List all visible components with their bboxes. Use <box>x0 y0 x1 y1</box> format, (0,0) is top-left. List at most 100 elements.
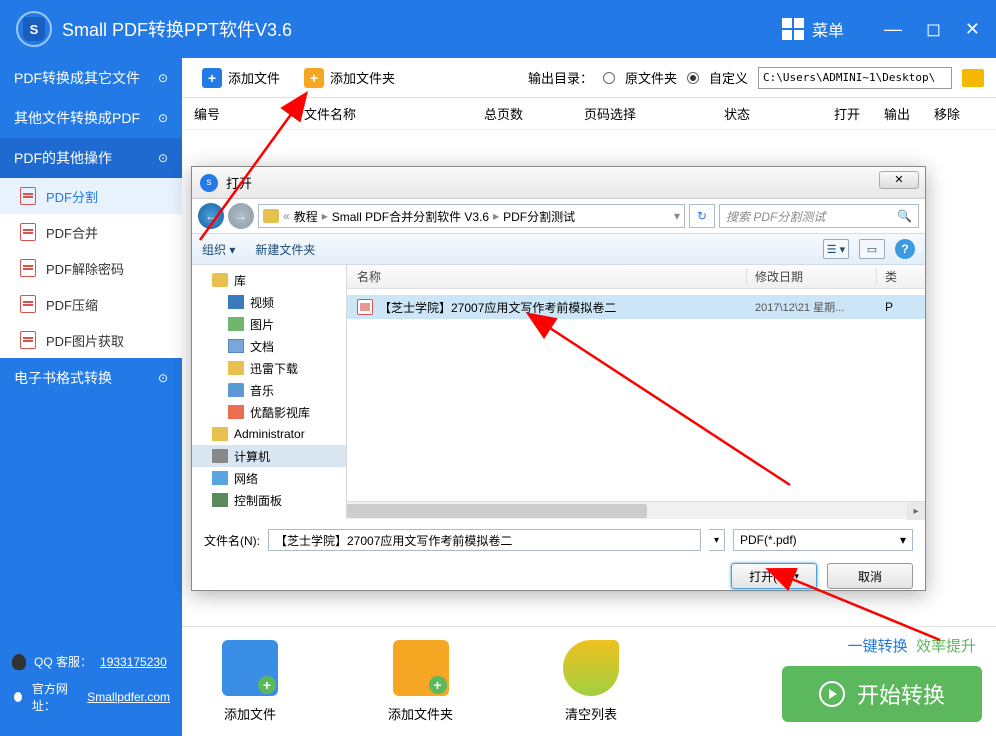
music-icon <box>228 383 244 397</box>
network-icon <box>212 471 228 485</box>
maximize-button[interactable]: ◻ <box>926 19 941 40</box>
sidebar: PDF转换成其它文件⊙ 其他文件转换成PDF⊙ PDF的其他操作⊙ PDF分割 … <box>0 58 182 736</box>
start-convert-button[interactable]: 开始转换 <box>782 666 982 722</box>
website-link[interactable]: Smallpdfer.com <box>87 690 170 704</box>
tree-documents[interactable]: 文档 <box>192 335 346 357</box>
big-clear-button[interactable]: 清空列表 <box>563 640 619 723</box>
chevron-right-icon: ⊙ <box>158 71 168 85</box>
filename-input[interactable] <box>268 529 701 551</box>
qq-link[interactable]: 1933175230 <box>100 655 167 669</box>
tree-music[interactable]: 音乐 <box>192 379 346 401</box>
sidebar-footer: QQ 客服：1933175230 官方网址：Smallpdfer.com <box>0 641 182 736</box>
grid-icon <box>782 18 804 40</box>
pdf-file-icon <box>357 299 373 315</box>
minimize-button[interactable]: — <box>884 19 902 40</box>
tree-downloads[interactable]: 迅雷下载 <box>192 357 346 379</box>
radio-original-folder[interactable] <box>603 72 615 84</box>
bottom-bar: 添加文件 添加文件夹 清空列表 一键转换 效率提升 开始转换 <box>182 626 996 736</box>
output-path-input[interactable] <box>758 67 952 89</box>
dialog-toolbar: 组织 ▾ 新建文件夹 ☰ ▾ ▭ ? <box>192 233 925 265</box>
search-input[interactable]: 搜索 PDF分割测试🔍 <box>719 204 919 228</box>
pdf-icon <box>20 223 36 241</box>
pdf-icon <box>20 331 36 349</box>
pdf-icon <box>20 295 36 313</box>
file-row[interactable]: 【芝士学院】27007应用文写作考前模拟卷二 2017\12\21 星期... … <box>347 295 925 319</box>
chevron-right-icon: ⊙ <box>158 371 168 385</box>
filename-dropdown[interactable]: ▾ <box>709 529 725 551</box>
sidebar-cat-pdf-ops[interactable]: PDF的其他操作⊙ <box>0 138 182 178</box>
titlebar: S Small PDF转换PPT软件V3.6 菜单 — ◻ ✕ <box>0 0 996 58</box>
sidebar-cat-ebook[interactable]: 电子书格式转换⊙ <box>0 358 182 398</box>
user-folder-icon <box>212 427 228 441</box>
filetype-select[interactable]: PDF(*.pdf)▾ <box>733 529 913 551</box>
download-icon <box>228 361 244 375</box>
folder-icon <box>263 209 279 223</box>
dialog-titlebar: s 打开 ✕ <box>192 167 925 199</box>
tree-control-panel[interactable]: 控制面板 <box>192 489 346 511</box>
add-file-button[interactable]: +添加文件 <box>194 64 288 92</box>
dialog-nav: ← → « 教程▸ Small PDF合并分割软件 V3.6▸ PDF分割测试 … <box>192 199 925 233</box>
nav-back-button[interactable]: ← <box>198 203 224 229</box>
tree-libraries[interactable]: 库 <box>192 269 346 291</box>
document-icon <box>228 339 244 353</box>
folder-plus-icon <box>393 640 449 696</box>
new-folder-button[interactable]: 新建文件夹 <box>255 241 315 258</box>
app-title: Small PDF转换PPT软件V3.6 <box>62 16 782 42</box>
youku-icon <box>228 405 244 419</box>
sidebar-item-pdf-extract-images[interactable]: PDF图片获取 <box>0 322 182 358</box>
table-header: 编号 文件名称 总页数 页码选择 状态 打开 输出 移除 <box>182 98 996 130</box>
tree-videos[interactable]: 视频 <box>192 291 346 313</box>
sidebar-item-pdf-compress[interactable]: PDF压缩 <box>0 286 182 322</box>
computer-icon <box>212 449 228 463</box>
sidebar-cat-convert-to-pdf[interactable]: 其他文件转换成PDF⊙ <box>0 98 182 138</box>
broom-icon <box>563 640 619 696</box>
refresh-button[interactable]: ↻ <box>689 204 715 228</box>
tree-network[interactable]: 网络 <box>192 467 346 489</box>
file-list: 名称 修改日期 类 【芝士学院】27007应用文写作考前模拟卷二 2017\12… <box>347 265 925 519</box>
chevron-down-icon: ⊙ <box>158 151 168 165</box>
big-add-file-button[interactable]: 添加文件 <box>222 640 278 723</box>
scroll-right-button[interactable]: ▸ <box>907 502 925 520</box>
sidebar-item-pdf-unlock[interactable]: PDF解除密码 <box>0 250 182 286</box>
play-icon <box>819 681 845 707</box>
chevron-right-icon: ⊙ <box>158 111 168 125</box>
plus-icon: + <box>304 68 324 88</box>
ie-icon <box>12 690 24 704</box>
pdf-icon <box>20 187 36 205</box>
menu-button[interactable]: 菜单 <box>782 17 844 41</box>
cancel-button[interactable]: 取消 <box>827 563 913 589</box>
app-logo: S <box>16 11 52 47</box>
open-button[interactable]: 打开(O)▾ <box>731 563 817 589</box>
nav-forward-button[interactable]: → <box>228 203 254 229</box>
tree-pictures[interactable]: 图片 <box>192 313 346 335</box>
help-button[interactable]: ? <box>895 239 915 259</box>
slogan: 一键转换 效率提升 <box>848 635 976 656</box>
filename-label: 文件名(N): <box>204 532 260 549</box>
organize-menu[interactable]: 组织 ▾ <box>202 241 235 258</box>
horizontal-scrollbar[interactable]: ▸ <box>347 501 925 519</box>
sidebar-item-pdf-merge[interactable]: PDF合并 <box>0 214 182 250</box>
breadcrumb[interactable]: « 教程▸ Small PDF合并分割软件 V3.6▸ PDF分割测试 ▾ <box>258 204 685 228</box>
view-preview-button[interactable]: ▭ <box>859 239 885 259</box>
radio-custom-folder[interactable] <box>687 72 699 84</box>
file-open-dialog: s 打开 ✕ ← → « 教程▸ Small PDF合并分割软件 V3.6▸ P… <box>191 166 926 591</box>
output-label: 输出目录： <box>528 68 593 87</box>
folder-tree: 库 视频 图片 文档 迅雷下载 音乐 优酷影视库 Administrator 计… <box>192 265 347 519</box>
tree-computer[interactable]: 计算机 <box>192 445 346 467</box>
sidebar-cat-convert-from-pdf[interactable]: PDF转换成其它文件⊙ <box>0 58 182 98</box>
plus-icon: + <box>202 68 222 88</box>
picture-icon <box>228 317 244 331</box>
tree-youku[interactable]: 优酷影视库 <box>192 401 346 423</box>
qq-icon <box>12 654 26 670</box>
dialog-close-button[interactable]: ✕ <box>879 171 919 189</box>
sidebar-item-pdf-split[interactable]: PDF分割 <box>0 178 182 214</box>
add-folder-button[interactable]: +添加文件夹 <box>296 64 403 92</box>
view-list-button[interactable]: ☰ ▾ <box>823 239 849 259</box>
big-add-folder-button[interactable]: 添加文件夹 <box>388 640 453 723</box>
browse-folder-button[interactable] <box>962 69 984 87</box>
list-header: 名称 修改日期 类 <box>347 265 925 289</box>
video-icon <box>228 295 244 309</box>
tree-administrator[interactable]: Administrator <box>192 423 346 445</box>
close-button[interactable]: ✕ <box>965 19 980 40</box>
app-small-icon: s <box>200 174 218 192</box>
